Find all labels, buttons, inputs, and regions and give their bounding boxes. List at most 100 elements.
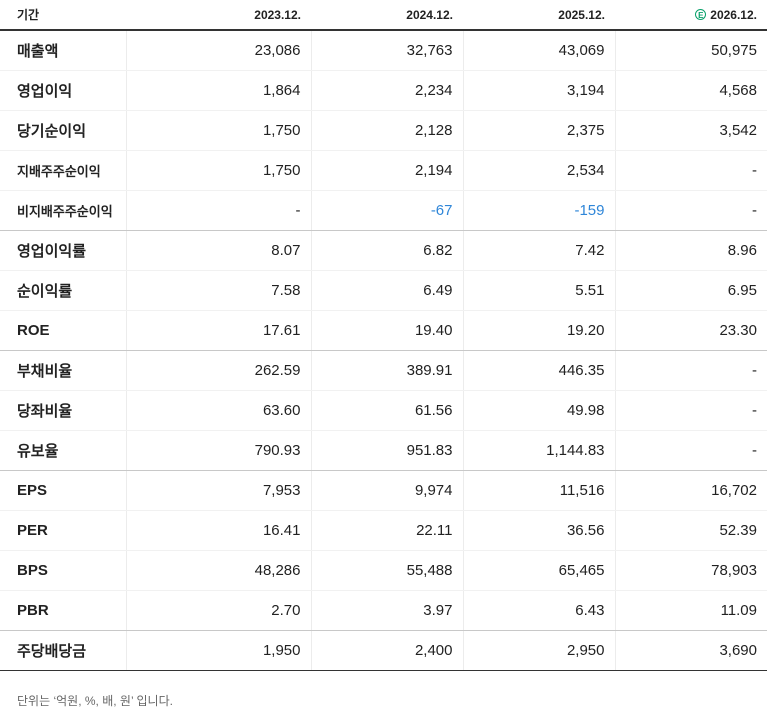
value-cell: 2,400 [310, 630, 463, 671]
value-cell: 790.93 [125, 430, 311, 471]
value-cell: 61.56 [310, 390, 463, 431]
table-row: PER 16.41 22.11 36.56 52.39 [0, 510, 767, 551]
unit-footnote: 단위는 ‘억원, %, 배, 원’ 입니다. [17, 693, 173, 708]
value-cell: 6.49 [310, 270, 463, 311]
row-label: 유보율 [0, 430, 126, 471]
value-cell: 63.60 [125, 390, 311, 431]
value-cell: 6.95 [614, 270, 767, 311]
value-cell: 22.11 [310, 510, 463, 551]
table-row: 지배주주순이익 1,750 2,194 2,534- [0, 150, 767, 191]
year-header-label: 2026.12. [710, 7, 757, 22]
value-cell: 4,568 [614, 70, 767, 111]
year-header: 2024.12. [311, 0, 463, 31]
value-cell: 32,763 [310, 30, 463, 71]
year-header: 2025.12. [463, 0, 615, 31]
value-cell: 3.97 [310, 590, 463, 631]
value-cell: 16,702 [614, 470, 767, 511]
value-cell: 1,750 [125, 110, 311, 151]
table-row: 비지배주주순이익 - -67 -159- [0, 190, 767, 231]
value-cell: - [614, 150, 767, 191]
value-cell: 11.09 [614, 590, 767, 631]
value-cell: 2,375 [462, 110, 615, 151]
value-cell: 36.56 [462, 510, 615, 551]
value-cell: 2,534 [462, 150, 615, 191]
value-cell: 9,974 [310, 470, 463, 511]
value-cell: 2.70 [125, 590, 311, 631]
row-label: 영업이익률 [0, 230, 126, 271]
table-row: 순이익률 7.58 6.49 5.51 6.95 [0, 270, 767, 311]
row-label: BPS [0, 550, 126, 591]
table-row: 당좌비율 63.60 61.56 49.98- [0, 390, 767, 431]
year-header-estimate: E 2026.12. [615, 0, 767, 31]
table-row: 주당배당금 1,950 2,400 2,950 3,690 [0, 630, 767, 671]
value-cell: 262.59 [125, 350, 311, 391]
row-label: 주당배당금 [0, 630, 126, 671]
row-label: 지배주주순이익 [0, 150, 126, 191]
value-cell: 16.41 [125, 510, 311, 551]
value-cell: 49.98 [462, 390, 615, 431]
table-row: 매출액 23,086 32,763 43,069 50,975 [0, 30, 767, 71]
row-label: PBR [0, 590, 126, 631]
row-label: 당기순이익 [0, 110, 126, 151]
value-cell: -67 [310, 190, 463, 231]
value-cell: 23,086 [125, 30, 311, 71]
row-label: 매출액 [0, 30, 126, 71]
value-cell: 19.40 [310, 310, 463, 351]
value-cell: -159 [462, 190, 615, 231]
value-cell: 3,542 [614, 110, 767, 151]
table-row: 유보율 790.93 951.83 1,144.83- [0, 430, 767, 471]
value-cell: 43,069 [462, 30, 615, 71]
value-cell: - [614, 350, 767, 391]
value-cell: 2,128 [310, 110, 463, 151]
value-cell: - [614, 390, 767, 431]
table-row: BPS 48,286 55,488 65,465 78,903 [0, 550, 767, 591]
value-cell: 6.82 [310, 230, 463, 271]
value-cell: 52.39 [614, 510, 767, 551]
row-label: 비지배주주순이익 [0, 190, 126, 231]
row-label: ROE [0, 310, 126, 351]
row-label: 당좌비율 [0, 390, 126, 431]
financial-table: 기간 2023.12. 2024.12. 2025.12. E 2026.12. … [0, 0, 767, 671]
table-row: EPS 7,953 9,974 11,516 16,702 [0, 470, 767, 511]
period-header: 기간 [0, 0, 126, 31]
value-cell: 78,903 [614, 550, 767, 591]
value-cell: 1,950 [125, 630, 311, 671]
value-cell: 7.58 [125, 270, 311, 311]
value-cell: 2,950 [462, 630, 615, 671]
value-cell: - [614, 190, 767, 231]
header-row: 기간 2023.12. 2024.12. 2025.12. E 2026.12. [0, 0, 767, 31]
value-cell: 2,234 [310, 70, 463, 111]
value-cell: 65,465 [462, 550, 615, 591]
value-cell: 7,953 [125, 470, 311, 511]
value-cell: 50,975 [614, 30, 767, 71]
table-row: ROE 17.61 19.40 19.20 23.30 [0, 310, 767, 351]
table-row: 당기순이익 1,750 2,128 2,375 3,542 [0, 110, 767, 151]
value-cell: 1,750 [125, 150, 311, 191]
year-header: 2023.12. [126, 0, 311, 31]
value-cell: 3,690 [614, 630, 767, 671]
value-cell: 23.30 [614, 310, 767, 351]
value-cell: - [125, 190, 311, 231]
table-row: 영업이익 1,864 2,234 3,194 4,568 [0, 70, 767, 111]
value-cell: 7.42 [462, 230, 615, 271]
value-cell: 951.83 [310, 430, 463, 471]
value-cell: 5.51 [462, 270, 615, 311]
row-label: EPS [0, 470, 126, 511]
table-row: 부채비율 262.59 389.91 446.35- [0, 350, 767, 391]
value-cell: 1,864 [125, 70, 311, 111]
row-label: 부채비율 [0, 350, 126, 391]
row-label: PER [0, 510, 126, 551]
value-cell: 8.07 [125, 230, 311, 271]
value-cell: 17.61 [125, 310, 311, 351]
value-cell: 6.43 [462, 590, 615, 631]
table-row: 영업이익률 8.07 6.82 7.42 8.96 [0, 230, 767, 271]
value-cell: 48,286 [125, 550, 311, 591]
value-cell: 2,194 [310, 150, 463, 191]
row-label: 영업이익 [0, 70, 126, 111]
value-cell: 1,144.83 [462, 430, 615, 471]
value-cell: 55,488 [310, 550, 463, 591]
table-row: PBR 2.70 3.97 6.43 11.09 [0, 590, 767, 631]
value-cell: - [614, 430, 767, 471]
value-cell: 8.96 [614, 230, 767, 271]
value-cell: 389.91 [310, 350, 463, 391]
